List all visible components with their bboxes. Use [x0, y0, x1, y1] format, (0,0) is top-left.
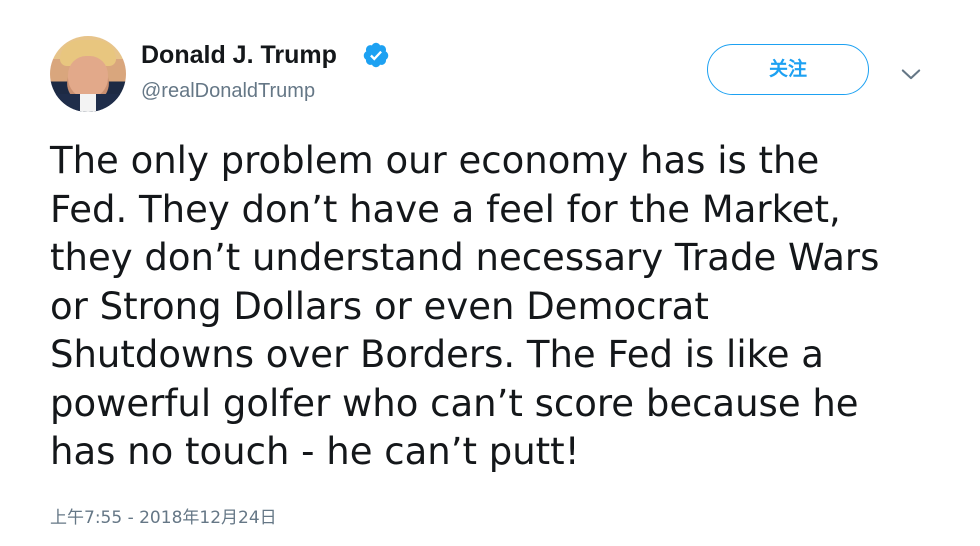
follow-button[interactable]: 关注 — [707, 44, 869, 95]
tweet-timestamp[interactable]: 上午7:55 - 2018年12月24日 — [50, 506, 277, 530]
tweet-text-line: or Strong Dollars or even Democrat — [50, 284, 709, 328]
tweet-text-line: has no touch - he can’t putt! — [50, 430, 580, 473]
tweet-card: Donald J. Trump @realDonaldTrump 关注 The … — [0, 0, 980, 546]
tweet-text-line: they don’t understand necessary Trade Wa… — [50, 236, 880, 279]
username[interactable]: @realDonaldTrump — [141, 78, 315, 104]
tweet-text-line: Fed. They don’t have a feel for the Mark… — [50, 187, 841, 231]
tweet-text-line: powerful golfer who can’t score because … — [50, 381, 859, 425]
tweet-text-line: Shutdowns over Borders. The Fed is like … — [50, 333, 824, 376]
avatar[interactable] — [50, 36, 126, 112]
verified-badge-icon — [363, 42, 389, 68]
tweet-text: The only problem our economy has is the … — [50, 137, 950, 477]
avatar-collar — [80, 94, 96, 112]
tweet-text-line: The only problem our economy has is the — [50, 139, 820, 182]
display-name[interactable]: Donald J. Trump — [141, 38, 337, 72]
avatar-face — [68, 56, 108, 98]
chevron-down-icon[interactable] — [897, 60, 925, 88]
